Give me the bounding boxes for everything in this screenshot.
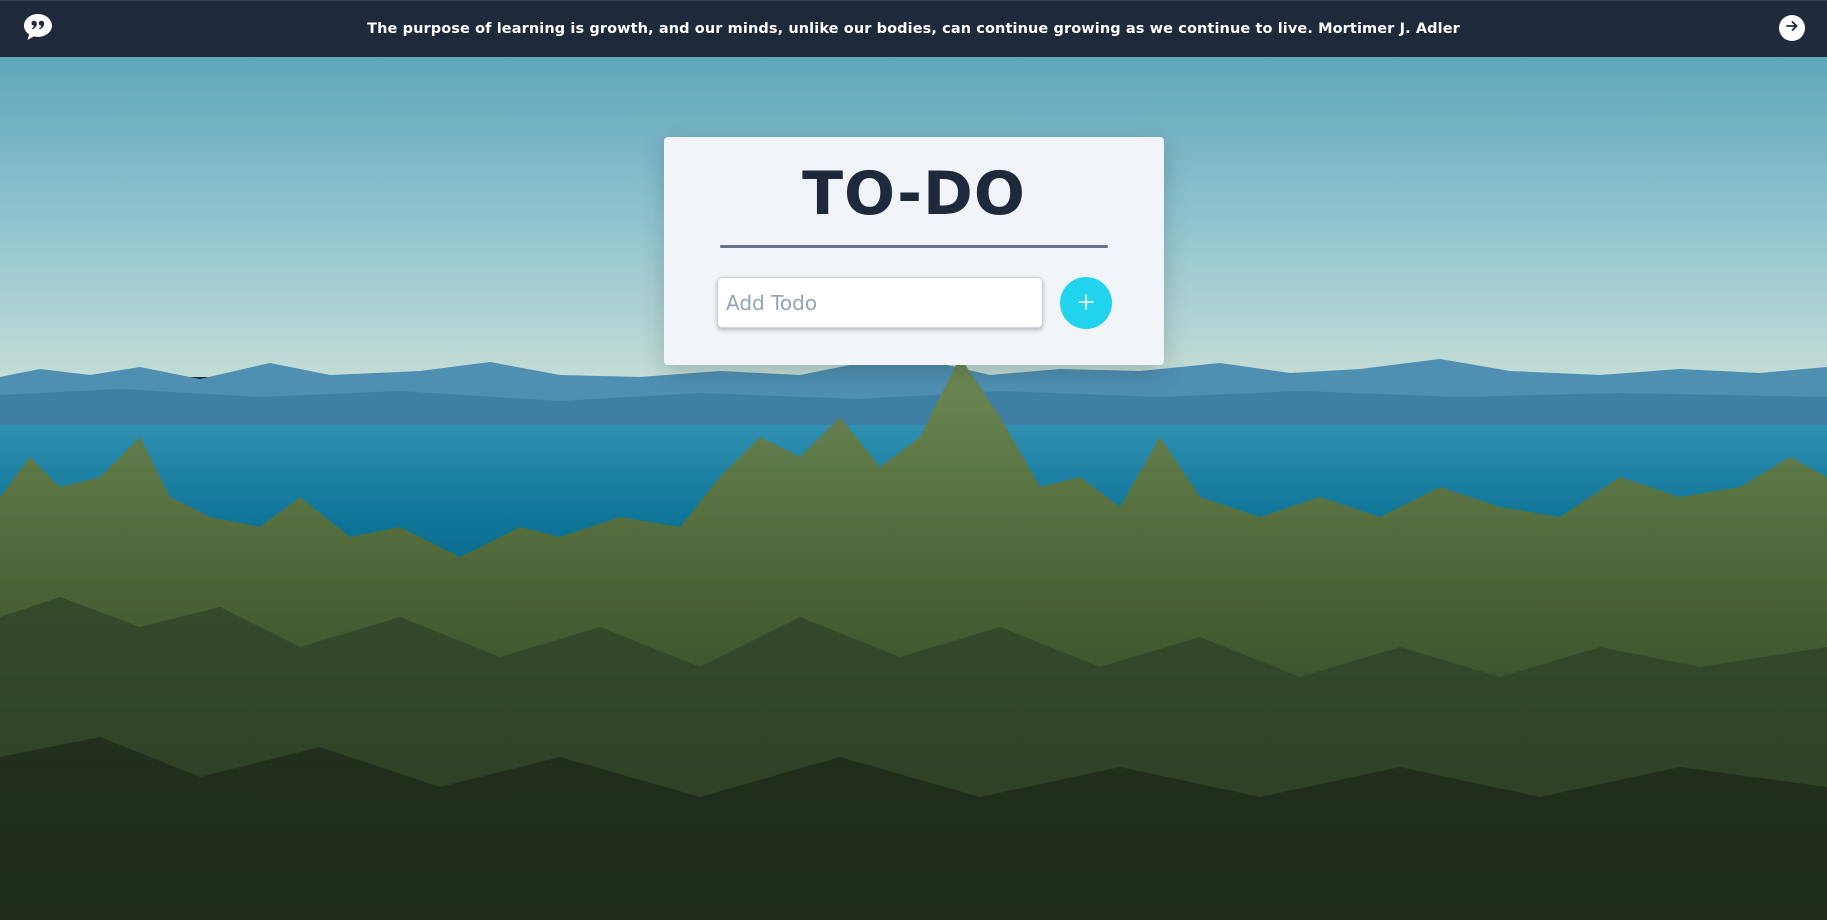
next-quote-button[interactable]: [1779, 15, 1805, 41]
quote-bubble-icon: [22, 11, 54, 43]
todo-card: TO-DO: [664, 137, 1164, 365]
page-title: TO-DO: [802, 159, 1026, 229]
arrow-right-icon: [1784, 18, 1800, 39]
title-divider: [720, 245, 1108, 248]
add-todo-button[interactable]: [1060, 277, 1112, 329]
plus-icon: [1077, 293, 1095, 314]
quote-bar: The purpose of learning is growth, and o…: [0, 0, 1827, 57]
quote-text: The purpose of learning is growth, and o…: [367, 21, 1460, 37]
add-todo-input[interactable]: [717, 277, 1043, 328]
